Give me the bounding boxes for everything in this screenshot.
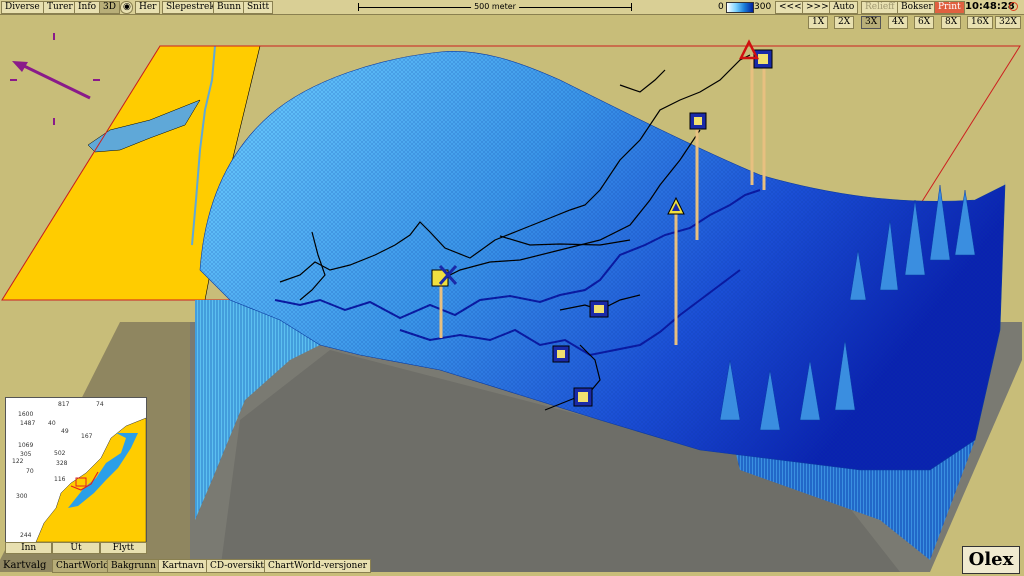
bakgrunn-button[interactable]: Bakgrunn — [107, 559, 160, 573]
minimap-label: 300 — [16, 493, 28, 500]
minimap-zoom-in-button[interactable]: Inn — [5, 542, 53, 554]
minimap-label: 244 — [20, 532, 32, 539]
bottom-toolbar: Kartvalg ChartWorld Bakgrunn Kartnavn CD… — [0, 558, 371, 574]
menu-her[interactable]: Her — [135, 1, 161, 14]
menu-diverse[interactable]: Diverse — [1, 1, 44, 14]
menu-snitt[interactable]: Snitt — [243, 1, 274, 14]
depth-color-legend[interactable] — [726, 2, 754, 13]
marker-square-4[interactable] — [552, 345, 570, 363]
auto-button[interactable]: Auto — [829, 1, 859, 14]
scale-label: 500 meter — [471, 0, 519, 14]
chartworld-button[interactable]: ChartWorld — [52, 559, 113, 573]
zoom-32x[interactable]: 32X — [995, 16, 1021, 29]
menu-info[interactable]: Info — [74, 1, 101, 14]
depth-min: 0 — [718, 2, 724, 12]
compass-icon[interactable] — [10, 33, 100, 125]
zoom-6x[interactable]: 6X — [914, 16, 935, 29]
minimap-move-button[interactable]: Flytt — [99, 542, 147, 554]
minimap-label: 817 — [58, 401, 70, 408]
zoom-2x[interactable]: 2X — [834, 16, 855, 29]
kartnavn-button[interactable]: Kartnavn — [158, 559, 209, 573]
minimap-zoom-out-button[interactable]: Ut — [52, 542, 100, 554]
minimap-label: 502 — [54, 450, 66, 457]
menu-3d[interactable]: 3D — [99, 1, 120, 14]
marker-square-3[interactable] — [589, 300, 609, 318]
top-toolbar: Diverse Turer Info 3D ◉ Her Slepestrek B… — [0, 0, 1024, 15]
zoom-3x[interactable]: 3X — [861, 16, 882, 29]
print-button[interactable]: Print — [934, 1, 965, 14]
zoom-8x[interactable]: 8X — [941, 16, 962, 29]
zoom-1x[interactable]: 1X — [808, 16, 829, 29]
minimap-label: 1600 — [18, 411, 34, 418]
minimap-label: 328 — [56, 460, 68, 467]
minimap-label: 1069 — [18, 442, 34, 449]
depth-max: 300 — [754, 2, 772, 12]
menu-turer[interactable]: Turer — [43, 1, 77, 14]
marker-square-2[interactable] — [689, 112, 707, 130]
minimap-label: 40 — [48, 420, 56, 427]
target-icon[interactable]: ◉ — [120, 1, 133, 14]
scale-bar: 500 meter — [358, 0, 632, 14]
minimap-label: 167 — [81, 433, 93, 440]
minimap-label: 1487 — [20, 420, 36, 427]
clock: 10:48:28 — [965, 1, 1015, 12]
chartworld-versjoner-button[interactable]: ChartWorld-versjoner — [264, 559, 371, 573]
bokser-button[interactable]: Bokser — [897, 1, 937, 14]
minimap-label: 122 — [12, 458, 24, 465]
relieff-button[interactable]: Relieff — [861, 1, 899, 14]
minimap-label: 74 — [96, 401, 104, 408]
overview-minimap[interactable]: 817 74 1600 1487 40 49 167 1069 305 502 … — [5, 397, 147, 543]
zoom-4x[interactable]: 4X — [888, 16, 909, 29]
kartvalg-label: Kartvalg — [3, 560, 47, 571]
minimap-label: 70 — [26, 468, 34, 475]
zoom-16x[interactable]: 16X — [967, 16, 993, 29]
menu-bunn[interactable]: Bunn — [213, 1, 246, 14]
scale-tick-left — [358, 3, 359, 11]
minimap-label: 49 — [61, 428, 69, 435]
olex-logo: Olex — [962, 546, 1020, 574]
sun-icon — [1009, 2, 1018, 11]
3d-seafloor-view[interactable] — [0, 0, 1024, 576]
cd-oversikt-button[interactable]: CD-oversikt — [206, 559, 269, 573]
minimap-buttons: Inn Ut Flytt — [5, 542, 147, 554]
menu-slepestrek[interactable]: Slepestrek — [162, 1, 219, 14]
scale-tick-right — [631, 3, 632, 11]
minimap-label: 116 — [54, 476, 66, 483]
marker-square-5[interactable] — [573, 387, 593, 407]
minimap-label: 305 — [20, 451, 32, 458]
